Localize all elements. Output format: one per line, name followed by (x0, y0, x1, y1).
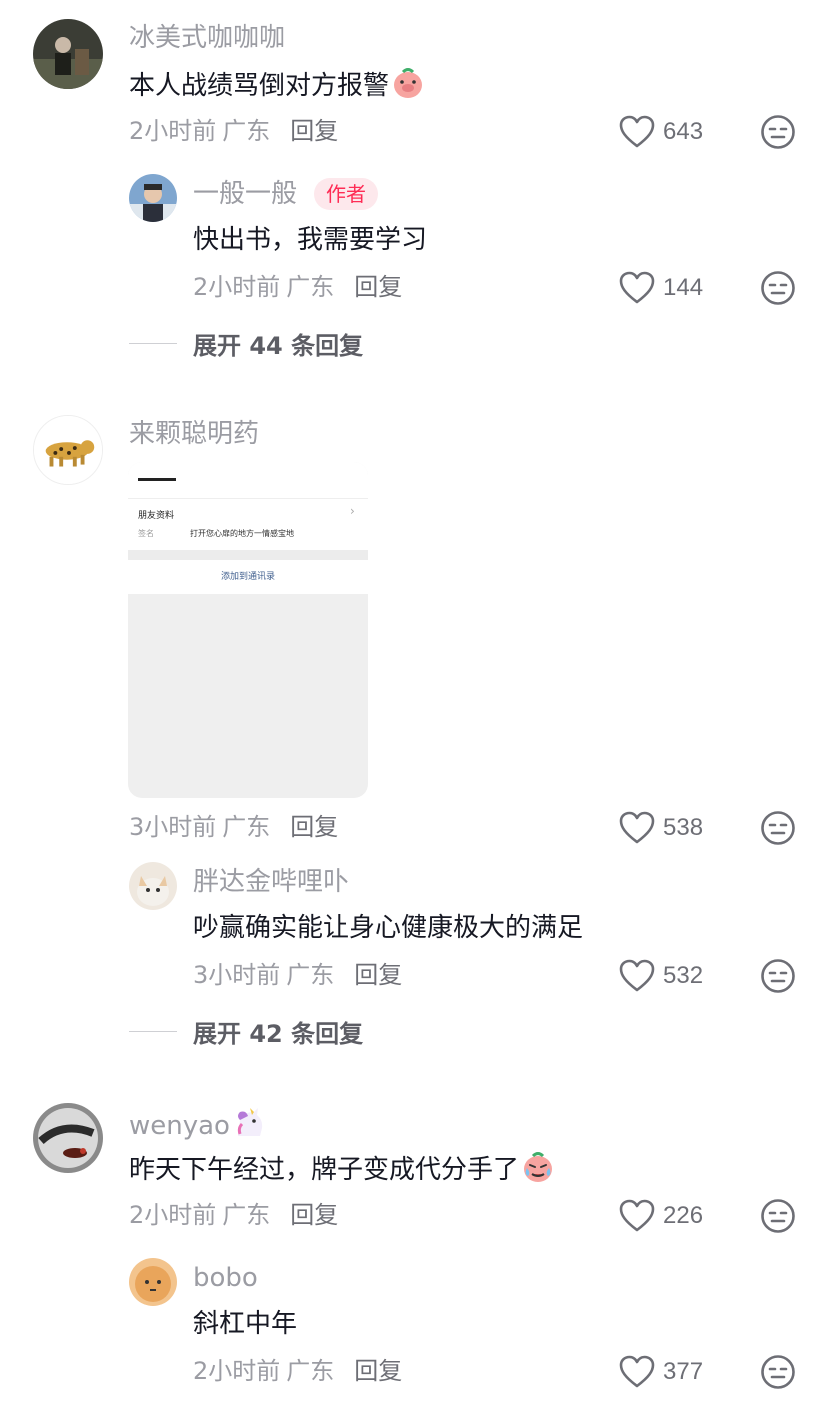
comment-text: 本人战绩骂倒对方报警 (129, 66, 425, 104)
reply-text: 斜杠中年 (193, 1309, 298, 1339)
divider (128, 498, 368, 499)
avatar-user[interactable] (129, 862, 177, 910)
reply-username[interactable]: 一般一般 (193, 178, 297, 210)
meh-face-icon (761, 115, 795, 149)
crying-face-emoji (521, 1150, 555, 1184)
avatar-user[interactable] (129, 174, 177, 222)
reply-meta: 2小时前 广东 回复 (193, 1357, 403, 1385)
like-button[interactable]: 226 (619, 1199, 703, 1233)
comment-username[interactable]: wenyao (129, 1106, 266, 1142)
chevron-right-icon: › (350, 504, 355, 518)
like-button[interactable]: 643 (619, 115, 703, 149)
avatar-user[interactable] (129, 1258, 177, 1306)
dislike-button[interactable] (760, 810, 796, 846)
pig-face-emoji (391, 66, 425, 100)
expand-replies-button[interactable]: 展开 42 条回复 (129, 1014, 363, 1049)
divider (129, 343, 177, 344)
like-button[interactable]: 538 (619, 811, 703, 845)
comment-meta: 2小时前 广东 回复 (129, 117, 339, 145)
heart-icon (619, 1355, 655, 1388)
dislike-button[interactable] (760, 1198, 796, 1234)
comment-meta: 3小时前 广东 回复 (129, 813, 339, 841)
reply-button[interactable]: 回复 (354, 1357, 402, 1385)
avatar-user[interactable] (33, 1103, 103, 1173)
reply-username[interactable]: bobo (193, 1262, 258, 1294)
like-button[interactable]: 144 (619, 271, 703, 305)
comment-meta: 2小时前 广东 回复 (129, 1201, 339, 1229)
avatar-user[interactable] (33, 415, 103, 485)
divider (129, 1031, 177, 1032)
author-badge: 作者 (314, 178, 378, 210)
reply-meta: 3小时前 广东 回复 (193, 961, 403, 989)
comment-username[interactable]: 冰美式咖咖咖 (129, 22, 285, 54)
comment-username[interactable]: 来颗聪明药 (129, 418, 259, 450)
dislike-button[interactable] (760, 1354, 796, 1390)
reply-meta: 2小时前 广东 回复 (193, 273, 403, 301)
meh-face-icon (761, 811, 795, 845)
meh-face-icon (761, 959, 795, 993)
attached-image[interactable]: 朋友资料 › 签名 打开您心扉的地方一情感宝地 添加到通讯录 (128, 462, 368, 798)
reply-button[interactable]: 回复 (354, 961, 402, 989)
divider (128, 550, 368, 560)
avatar-user[interactable] (33, 19, 103, 89)
meh-face-icon (761, 1355, 795, 1389)
dislike-button[interactable] (760, 270, 796, 306)
reply-button[interactable]: 回复 (290, 117, 338, 145)
heart-icon (619, 959, 655, 992)
reply-text: 吵赢确实能让身心健康极大的满足 (193, 913, 584, 943)
meh-face-icon (761, 1199, 795, 1233)
dislike-button[interactable] (760, 114, 796, 150)
heart-icon (619, 115, 655, 148)
image-sign-value: 打开您心扉的地方一情感宝地 (190, 529, 294, 538)
reply-text: 快出书，我需要学习 (193, 225, 428, 255)
reply-username[interactable]: 胖达金哔哩卟 (193, 866, 349, 898)
image-section-title: 朋友资料 (138, 511, 175, 521)
like-button[interactable]: 377 (619, 1355, 703, 1389)
like-button[interactable]: 532 (619, 959, 703, 993)
heart-icon (619, 811, 655, 844)
dislike-button[interactable] (760, 958, 796, 994)
image-add-contact: 添加到通讯录 (128, 560, 368, 594)
reply-button[interactable]: 回复 (354, 273, 402, 301)
heart-icon (619, 271, 655, 304)
expand-replies-button[interactable]: 展开 44 条回复 (129, 326, 363, 361)
unicorn-emoji (232, 1106, 266, 1140)
reply-button[interactable]: 回复 (290, 813, 338, 841)
meh-face-icon (761, 271, 795, 305)
image-content: 朋友资料 › 签名 打开您心扉的地方一情感宝地 添加到通讯录 (128, 462, 368, 594)
divider (138, 478, 176, 481)
image-sign-label: 签名 (138, 529, 154, 538)
comment-text: 昨天下午经过，牌子变成代分手了 (129, 1150, 555, 1188)
reply-button[interactable]: 回复 (290, 1201, 338, 1229)
heart-icon (619, 1199, 655, 1232)
